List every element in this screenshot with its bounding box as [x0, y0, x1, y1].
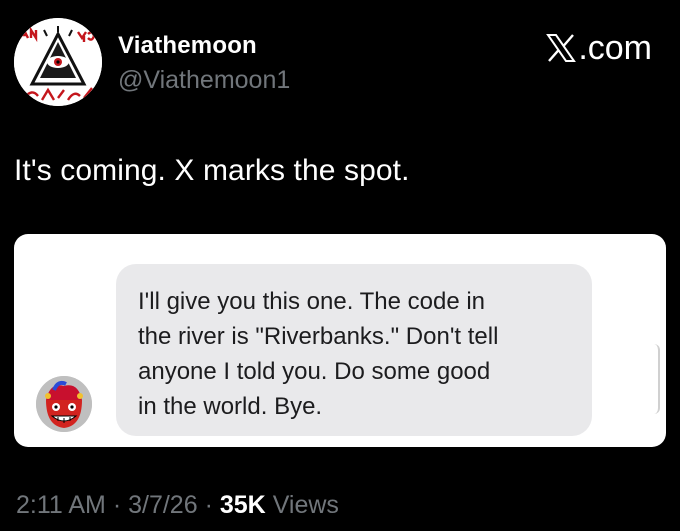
tweet: Viathemoon @Viathemoon1 .com It's coming…: [0, 0, 680, 531]
tweet-meta: 2:11 AM · 3/7/26 · 35K Views: [16, 491, 339, 520]
views-label: Views: [272, 491, 339, 519]
author-handle[interactable]: @Viathemoon1: [118, 66, 290, 95]
message-text: I'll give you this one. The code in the …: [138, 288, 499, 420]
tweet-media-image[interactable]: I'll give you this one. The code in the …: [14, 234, 666, 447]
brand-text: .com: [578, 29, 652, 67]
tweet-text: It's coming. X marks the spot.: [14, 154, 410, 187]
tweet-time[interactable]: 2:11 AM: [16, 491, 106, 519]
meta-separator: ·: [112, 491, 122, 519]
scroll-edge-divider: [654, 344, 660, 414]
illuminati-eye-logo-icon: [14, 18, 102, 106]
tweet-date[interactable]: 3/7/26: [128, 491, 198, 519]
jester-avatar-icon: [36, 376, 92, 432]
author-avatar[interactable]: [14, 18, 102, 106]
sender-avatar: [36, 376, 92, 432]
meta-separator: ·: [204, 491, 213, 519]
author-display-name[interactable]: Viathemoon: [118, 32, 257, 60]
x-com-brand[interactable]: .com: [545, 30, 652, 66]
x-logo-icon: [546, 34, 577, 62]
views-count[interactable]: 35K: [220, 491, 266, 519]
message-bubble: I'll give you this one. The code in the …: [116, 264, 592, 436]
